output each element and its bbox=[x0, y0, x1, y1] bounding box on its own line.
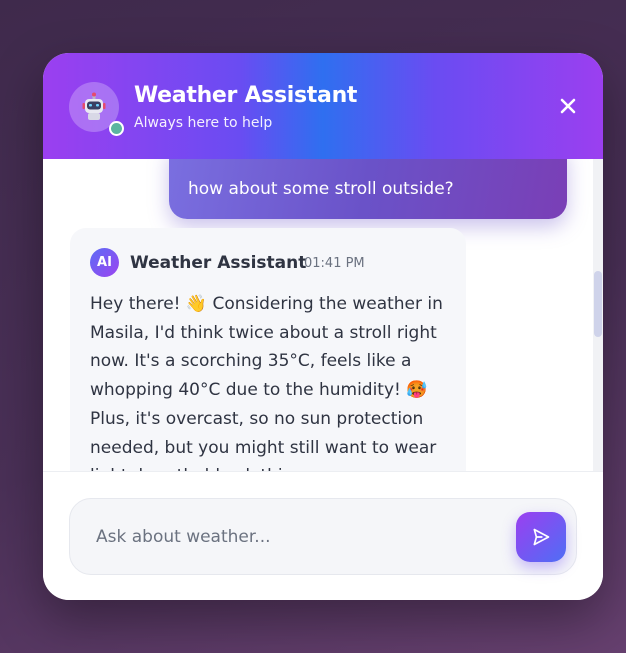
chat-title: Weather Assistant bbox=[134, 83, 358, 108]
close-icon bbox=[560, 98, 576, 114]
chat-widget: Weather Assistant Always here to help ho… bbox=[43, 53, 603, 600]
composer-area bbox=[43, 471, 603, 600]
assistant-sender-name: Weather Assistant bbox=[130, 253, 307, 273]
user-message-text: how about some stroll outside? bbox=[188, 179, 454, 199]
message-timestamp: 01:41 PM bbox=[304, 256, 365, 271]
send-icon bbox=[533, 528, 550, 546]
ai-avatar-badge: AI bbox=[90, 248, 119, 277]
message-input[interactable] bbox=[94, 521, 498, 553]
online-status-dot bbox=[109, 121, 124, 136]
composer-box bbox=[69, 498, 577, 575]
send-button[interactable] bbox=[516, 512, 566, 562]
message-list[interactable]: how about some stroll outside? AI Weathe… bbox=[43, 159, 603, 471]
assistant-message-text: Hey there! 👋 Considering the weather in … bbox=[90, 294, 443, 471]
close-button[interactable] bbox=[555, 93, 581, 119]
scrollbar-thumb[interactable] bbox=[594, 271, 602, 337]
user-message: how about some stroll outside? bbox=[169, 159, 567, 219]
message-scrollbar[interactable] bbox=[593, 159, 603, 471]
robot-icon bbox=[82, 92, 106, 120]
assistant-message: AI Weather Assistant 01:41 PM Hey there!… bbox=[70, 228, 466, 471]
chat-header: Weather Assistant Always here to help bbox=[43, 53, 603, 159]
chat-subtitle: Always here to help bbox=[134, 115, 273, 131]
